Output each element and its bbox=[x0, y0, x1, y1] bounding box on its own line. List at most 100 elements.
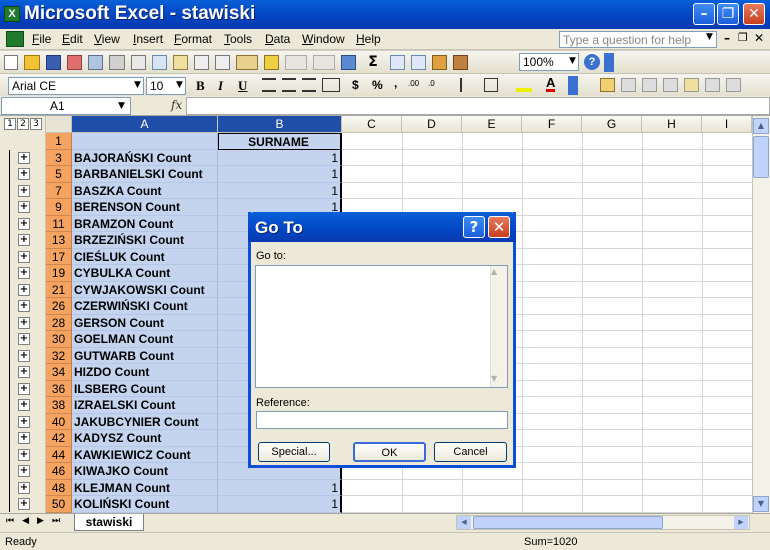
scroll-left-icon[interactable]: ◀ bbox=[457, 516, 471, 529]
outline-expand-icon[interactable]: + bbox=[18, 333, 30, 345]
drawing-icon[interactable] bbox=[453, 55, 468, 70]
save-icon[interactable] bbox=[46, 55, 61, 70]
decrease-decimal-icon[interactable]: .0 bbox=[428, 79, 435, 88]
reply-icon[interactable] bbox=[726, 78, 741, 92]
undo-icon[interactable] bbox=[285, 55, 307, 70]
column-header-i[interactable]: I bbox=[702, 116, 752, 133]
cell-a[interactable]: IZRAELSKI Count bbox=[72, 397, 218, 414]
prev-comment-icon[interactable] bbox=[621, 78, 636, 92]
scroll-up-icon[interactable]: ▲ bbox=[753, 118, 769, 134]
cell-a[interactable]: BARBANIELSKI Count bbox=[72, 166, 218, 183]
email-icon[interactable] bbox=[88, 55, 103, 70]
font-size-dropdown-icon[interactable]: ▼ bbox=[176, 80, 183, 90]
outline-expand-icon[interactable]: + bbox=[18, 168, 30, 180]
row-header[interactable]: 40 bbox=[46, 413, 72, 430]
horizontal-scroll-thumb[interactable] bbox=[473, 516, 663, 529]
cell-a[interactable] bbox=[72, 133, 218, 150]
cell-b[interactable]: 1 bbox=[218, 479, 342, 496]
paste-icon[interactable] bbox=[236, 55, 258, 70]
surname-header-cell[interactable]: SURNAME bbox=[218, 133, 342, 150]
column-header-g[interactable]: G bbox=[582, 116, 642, 133]
cell-a[interactable]: BAJORAŃSKI Count bbox=[72, 149, 218, 166]
column-header-h[interactable]: H bbox=[642, 116, 702, 133]
outline-expand-icon[interactable]: + bbox=[18, 300, 30, 312]
cell-a[interactable]: CIEŚLUK Count bbox=[72, 248, 218, 265]
chart-wizard-icon[interactable] bbox=[432, 55, 447, 70]
row-header[interactable]: 5 bbox=[46, 166, 72, 183]
research-icon[interactable] bbox=[173, 55, 188, 70]
zoom-dropdown-icon[interactable]: ▼ bbox=[569, 56, 576, 66]
menu-format[interactable]: Format bbox=[174, 32, 212, 46]
cell-a[interactable]: GUTWARB Count bbox=[72, 347, 218, 364]
formula-input[interactable] bbox=[186, 97, 770, 115]
outline-expand-icon[interactable]: + bbox=[18, 217, 30, 230]
cell-b[interactable]: 1 bbox=[218, 182, 342, 199]
cancel-button[interactable]: Cancel bbox=[434, 442, 507, 462]
menu-edit[interactable]: Edit bbox=[62, 32, 83, 46]
minimize-button[interactable]: – bbox=[693, 3, 715, 25]
outline-expand-icon[interactable]: + bbox=[18, 201, 30, 213]
cell-a[interactable]: BASZKA Count bbox=[72, 182, 218, 199]
name-box-dropdown-icon[interactable]: ▼ bbox=[118, 101, 125, 111]
row-header[interactable]: 1 bbox=[46, 133, 72, 150]
ok-button[interactable]: OK bbox=[353, 442, 426, 462]
formatting-options-icon[interactable] bbox=[568, 76, 578, 95]
insert-function-icon[interactable]: fx bbox=[171, 98, 182, 112]
row-header[interactable]: 19 bbox=[46, 265, 72, 282]
sort-descending-icon[interactable] bbox=[411, 55, 426, 70]
maximize-button[interactable]: ❐ bbox=[717, 3, 739, 25]
new-icon[interactable] bbox=[4, 55, 18, 70]
row-header[interactable]: 44 bbox=[46, 446, 72, 463]
cell-a[interactable]: JAKUBCYNIER Count bbox=[72, 413, 218, 430]
help-icon[interactable]: ? bbox=[584, 54, 600, 70]
list-scroll-up-icon[interactable]: ▲ bbox=[491, 267, 497, 276]
outline-expand-icon[interactable]: + bbox=[18, 481, 30, 494]
cell-a[interactable]: BERENSON Count bbox=[72, 199, 218, 216]
cell-b[interactable]: 1 bbox=[218, 149, 342, 166]
outline-level-3[interactable]: 3 bbox=[30, 118, 42, 130]
open-icon[interactable] bbox=[24, 55, 40, 70]
outline-expand-icon[interactable]: + bbox=[18, 316, 30, 329]
increase-decimal-icon[interactable]: .00 bbox=[408, 79, 419, 88]
sheet-tab-stawiski[interactable]: stawiski bbox=[74, 514, 144, 531]
cell-a[interactable]: BRZEZIŃSKI Count bbox=[72, 232, 218, 249]
cell-a[interactable]: KLEJMAN Count bbox=[72, 479, 218, 496]
italic-icon[interactable]: I bbox=[218, 78, 223, 94]
menu-help[interactable]: Help bbox=[356, 32, 381, 46]
menu-insert[interactable]: Insert bbox=[133, 32, 163, 46]
column-header-a[interactable]: A bbox=[72, 116, 218, 133]
row-header[interactable]: 30 bbox=[46, 331, 72, 348]
cell-a[interactable]: KADYSZ Count bbox=[72, 430, 218, 447]
align-center-icon[interactable] bbox=[282, 78, 296, 92]
show-comment-icon[interactable] bbox=[663, 78, 678, 92]
outline-expand-icon[interactable]: + bbox=[18, 432, 30, 444]
align-right-icon[interactable] bbox=[302, 78, 316, 92]
underline-icon[interactable]: U bbox=[238, 78, 247, 94]
row-header[interactable]: 50 bbox=[46, 496, 72, 513]
goto-listbox[interactable] bbox=[255, 265, 508, 388]
row-header[interactable]: 46 bbox=[46, 463, 72, 480]
row-header[interactable]: 34 bbox=[46, 364, 72, 381]
cell-b[interactable]: 1 bbox=[218, 166, 342, 183]
font-name-dropdown-icon[interactable]: ▼ bbox=[134, 80, 141, 90]
outline-expand-icon[interactable]: + bbox=[18, 349, 30, 362]
row-header[interactable]: 17 bbox=[46, 248, 72, 265]
show-all-comments-icon[interactable] bbox=[684, 78, 699, 92]
row-header[interactable]: 21 bbox=[46, 281, 72, 298]
outline-expand-icon[interactable]: + bbox=[18, 498, 30, 510]
cell-a[interactable]: GOELMAN Count bbox=[72, 331, 218, 348]
outline-expand-icon[interactable]: + bbox=[18, 382, 30, 395]
menu-tools[interactable]: Tools bbox=[224, 32, 252, 46]
copy-icon[interactable] bbox=[215, 55, 230, 70]
cell-a[interactable]: CZERWIŃSKI Count bbox=[72, 298, 218, 315]
merge-center-icon[interactable] bbox=[322, 78, 340, 92]
row-header[interactable]: 3 bbox=[46, 149, 72, 166]
cell-a[interactable]: GERSON Count bbox=[72, 314, 218, 331]
autosum-icon[interactable]: Σ bbox=[362, 55, 384, 70]
outline-expand-icon[interactable]: + bbox=[18, 250, 30, 263]
outline-expand-icon[interactable]: + bbox=[18, 184, 30, 197]
comma-icon[interactable]: , bbox=[394, 76, 397, 90]
column-header-b[interactable]: B bbox=[218, 116, 342, 133]
cell-a[interactable]: KAWKIEWICZ Count bbox=[72, 446, 218, 463]
cut-icon[interactable] bbox=[194, 55, 209, 70]
